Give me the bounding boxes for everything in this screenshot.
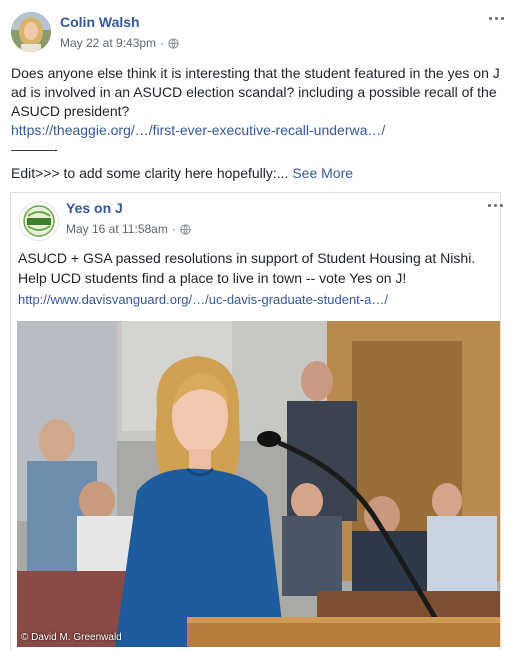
see-more-link[interactable]: See More xyxy=(292,165,353,181)
author-name[interactable]: Colin Walsh xyxy=(60,14,140,30)
globe-icon[interactable] xyxy=(180,223,191,235)
shared-text: ASUCD + GSA passed resolutions in suppor… xyxy=(18,250,476,286)
shared-options-icon[interactable] xyxy=(484,199,506,211)
globe-icon[interactable] xyxy=(168,37,179,49)
photo-credit: © David M. Greenwald xyxy=(21,632,122,643)
edit-text: Edit>>> to add some clarity here hopeful… xyxy=(11,165,289,181)
shared-meta: May 16 at 11:58am · xyxy=(66,222,191,236)
post-link[interactable]: https://theaggie.org/…/first-ever-execut… xyxy=(11,122,385,138)
author-avatar[interactable] xyxy=(11,12,51,52)
facebook-post: Colin Walsh May 22 at 9:43pm · Does anyo… xyxy=(0,0,511,650)
post-body: Does anyone else think it is interesting… xyxy=(11,64,501,159)
shared-post[interactable]: Yes on J May 16 at 11:58am · ASUCD + GSA… xyxy=(10,192,503,650)
shared-link[interactable]: http://www.davisvanguard.org/…/uc-davis-… xyxy=(18,292,388,307)
shared-author-name[interactable]: Yes on J xyxy=(66,200,123,216)
post-separator: ———- xyxy=(11,141,58,157)
post-options-icon[interactable] xyxy=(485,12,507,24)
edit-line: Edit>>> to add some clarity here hopeful… xyxy=(11,164,353,183)
post-text: Does anyone else think it is interesting… xyxy=(11,65,500,119)
shared-photo[interactable]: © David M. Greenwald xyxy=(17,321,500,647)
shared-author-avatar[interactable] xyxy=(19,201,59,241)
post-meta: May 22 at 9:43pm · xyxy=(60,36,179,50)
shared-timestamp[interactable]: May 16 at 11:58am xyxy=(66,222,168,236)
post-timestamp[interactable]: May 22 at 9:43pm xyxy=(60,36,156,50)
